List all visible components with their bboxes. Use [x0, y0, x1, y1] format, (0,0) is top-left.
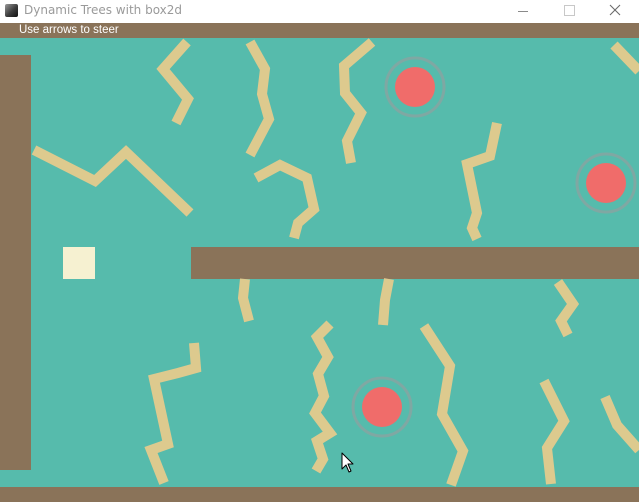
game-canvas[interactable]: Use arrows to steer: [0, 23, 639, 502]
close-button[interactable]: [592, 0, 638, 23]
app-window: Dynamic Trees with box2d Use arrows to s…: [0, 0, 639, 502]
left-wall: [0, 55, 31, 470]
tree-branch: [378, 278, 394, 326]
title-bar[interactable]: Dynamic Trees with box2d: [0, 0, 639, 23]
minimize-button[interactable]: [500, 0, 546, 23]
maximize-button[interactable]: [546, 0, 592, 23]
window-title: Dynamic Trees with box2d: [24, 3, 183, 17]
close-icon: [609, 4, 621, 16]
steer-hint: Use arrows to steer: [19, 24, 119, 36]
minimize-icon: [518, 11, 528, 12]
maximize-icon: [564, 5, 575, 16]
game-scene: [0, 23, 639, 502]
player-block[interactable]: [63, 247, 95, 279]
tree-branch: [237, 278, 254, 323]
bottom-wall: [0, 487, 639, 502]
middle-wall: [191, 247, 639, 279]
app-icon: [5, 4, 18, 17]
